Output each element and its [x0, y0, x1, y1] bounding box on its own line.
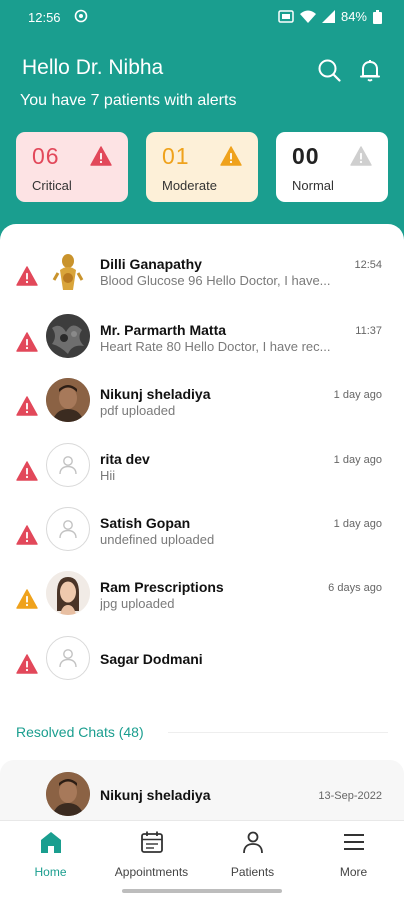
person-icon	[56, 517, 80, 541]
normal-count: 00	[292, 143, 320, 169]
patient-name: Satish Gopan	[100, 515, 191, 531]
message-time: 6 days ago	[328, 582, 382, 594]
chat-row[interactable]: Ram Prescriptions jpg uploaded 6 days ag…	[0, 571, 404, 635]
patient-name: Nikunj sheladiya	[100, 386, 211, 402]
moderate-card[interactable]: 01 Moderate	[146, 132, 258, 202]
bottom-nav: Home Appointments Patients More	[0, 820, 404, 900]
menu-icon	[343, 834, 364, 850]
home-indicator	[122, 889, 282, 893]
resolved-chats-toggle[interactable]: Resolved Chats (48)	[16, 724, 144, 740]
alerts-subtitle: You have 7 patients with alerts	[20, 92, 237, 109]
nav-more[interactable]: More	[303, 821, 404, 887]
calendar-icon	[140, 831, 163, 853]
nav-patients[interactable]: Patients	[202, 821, 303, 887]
avatar	[46, 636, 90, 680]
resolved-chat-row[interactable]: Nikunj sheladiya 13-Sep-2022	[0, 760, 404, 820]
nav-home[interactable]: Home	[0, 821, 101, 887]
last-message: Blood Glucose 96 Hello Doctor, I have...	[100, 273, 331, 288]
header: Hello Dr. Nibha You have 7 patients with…	[0, 34, 404, 224]
patient-name: Dilli Ganapathy	[100, 256, 202, 272]
avatar-photo	[46, 571, 90, 615]
last-message: jpg uploaded	[100, 596, 175, 611]
patient-name: rita dev	[100, 451, 150, 467]
battery-percent: 84%	[340, 9, 367, 24]
person-icon	[242, 831, 263, 854]
avatar	[46, 248, 90, 292]
person-icon	[56, 453, 80, 477]
nav-label: More	[339, 865, 368, 879]
warning-icon	[16, 525, 38, 545]
nav-label: Appointments	[114, 865, 189, 879]
warning-icon	[16, 266, 38, 286]
status-icons: 84%	[278, 9, 382, 24]
bell-icon	[360, 60, 380, 82]
home-icon	[40, 832, 61, 853]
critical-card[interactable]: 06 Critical	[16, 132, 128, 202]
chat-row[interactable]: Satish Gopan undefined uploaded 1 day ag…	[0, 507, 404, 571]
cast-icon	[278, 10, 294, 23]
chat-row[interactable]: rita dev Hii 1 day ago	[0, 443, 404, 507]
avatar	[46, 772, 90, 816]
avatar-photo	[46, 314, 90, 358]
critical-count: 06	[32, 143, 60, 169]
avatar-photo	[46, 772, 90, 816]
avatar	[46, 507, 90, 551]
status-time: 12:56	[28, 10, 61, 25]
warning-icon	[16, 589, 38, 609]
patient-name: Ram Prescriptions	[100, 579, 224, 595]
chat-row[interactable]: Mr. Parmarth Matta Heart Rate 80 Hello D…	[0, 314, 404, 378]
last-message: pdf uploaded	[100, 403, 176, 418]
divider	[168, 732, 388, 733]
normal-label: Normal	[292, 178, 334, 193]
warning-icon	[16, 461, 38, 481]
warning-icon	[16, 332, 38, 352]
search-button[interactable]	[313, 54, 345, 86]
chat-row[interactable]: Nikunj sheladiya pdf uploaded 1 day ago	[0, 378, 404, 442]
last-message: undefined uploaded	[100, 532, 215, 547]
moderate-count: 01	[162, 143, 190, 169]
sync-icon	[74, 9, 88, 23]
last-message: Heart Rate 80 Hello Doctor, I have rec..…	[100, 339, 331, 354]
patient-name: Sagar Dodmani	[100, 651, 203, 667]
patient-name: Mr. Parmarth Matta	[100, 322, 227, 338]
nav-label: Patients	[230, 865, 275, 879]
message-time: 12:54	[354, 259, 382, 271]
signal-icon	[321, 10, 335, 23]
avatar	[46, 314, 90, 358]
patient-name: Nikunj sheladiya	[100, 787, 211, 803]
critical-label: Critical	[32, 178, 72, 193]
chat-row[interactable]: Dilli Ganapathy Blood Glucose 96 Hello D…	[0, 248, 404, 312]
last-message: Hii	[100, 468, 116, 483]
notifications-button[interactable]	[354, 54, 386, 86]
warning-icon	[350, 146, 372, 166]
normal-card[interactable]: 00 Normal	[276, 132, 388, 202]
wifi-icon	[299, 10, 316, 23]
warning-icon	[16, 396, 38, 416]
message-time: 11:37	[355, 325, 382, 337]
alert-summary-cards: 06 Critical 01 Moderate 00 Normal	[16, 132, 388, 202]
avatar-photo	[46, 378, 90, 422]
warning-icon	[90, 146, 112, 166]
status-bar: 12:56 84%	[0, 0, 404, 34]
message-time: 1 day ago	[333, 518, 382, 530]
avatar	[46, 571, 90, 615]
moderate-label: Moderate	[162, 178, 217, 193]
chat-list-panel: Dilli Ganapathy Blood Glucose 96 Hello D…	[0, 224, 404, 820]
avatar	[46, 378, 90, 422]
avatar	[46, 443, 90, 487]
chat-row[interactable]: Sagar Dodmani	[0, 636, 404, 700]
warning-icon	[16, 654, 38, 674]
greeting-title: Hello Dr. Nibha	[22, 56, 164, 79]
nav-appointments[interactable]: Appointments	[101, 821, 202, 887]
person-icon	[56, 646, 80, 670]
search-icon	[318, 59, 341, 82]
figurine-image	[52, 254, 84, 290]
message-time: 1 day ago	[333, 389, 382, 401]
battery-icon	[373, 9, 382, 24]
message-time: 1 day ago	[333, 454, 382, 466]
nav-label: Home	[34, 865, 67, 879]
warning-icon	[220, 146, 242, 166]
resolved-date: 13-Sep-2022	[318, 790, 382, 802]
